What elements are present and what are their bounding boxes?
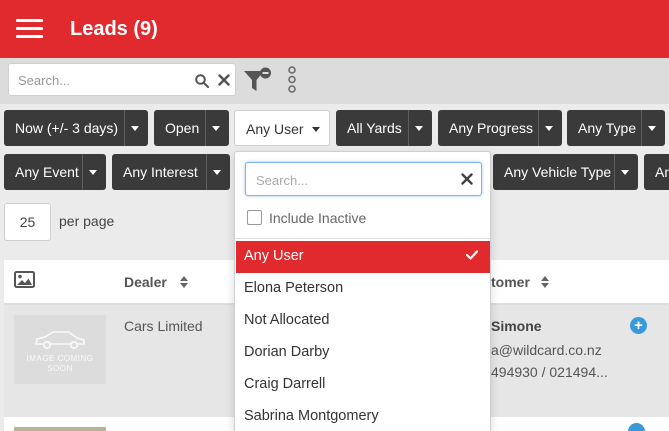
caret-down-icon: [131, 126, 139, 131]
caret-down-icon: [312, 127, 320, 132]
column-header-dealer[interactable]: Dealer: [124, 274, 167, 290]
page-title: Leads (9): [70, 18, 158, 40]
user-option-not-allocated[interactable]: Not Allocated: [236, 305, 490, 337]
caret-down-icon: [621, 170, 629, 175]
per-page-input[interactable]: 25: [4, 203, 51, 241]
caret-down-icon: [89, 170, 97, 175]
user-filter-dropdown: Include Inactive Any User Elona Peterson…: [234, 151, 491, 431]
user-option-sabrina-montgomery[interactable]: Sabrina Montgomery: [236, 401, 490, 431]
status-filter-label: Open: [165, 120, 200, 136]
thumbnail-caption: IMAGE COMING: [26, 354, 94, 363]
customer-name-cell[interactable]: Simone: [491, 318, 542, 334]
image-column-icon: [14, 271, 35, 288]
check-icon: [466, 250, 478, 260]
status-filter-button[interactable]: Open: [154, 110, 229, 146]
car-placeholder-icon: [35, 331, 85, 349]
column-header-customer[interactable]: tomer: [491, 274, 530, 290]
user-option-label: Not Allocated: [244, 312, 330, 328]
user-option-label: Any User: [244, 248, 304, 264]
clear-search-icon[interactable]: [461, 173, 473, 185]
search-field[interactable]: [8, 63, 236, 96]
user-option-label: Dorian Darby: [244, 344, 330, 360]
customer-email-cell[interactable]: a@wildcard.co.nz: [491, 342, 602, 358]
hamburger-menu-icon[interactable]: [16, 19, 43, 39]
vehicle-thumbnail[interactable]: [14, 427, 106, 431]
caret-down-icon: [648, 126, 656, 131]
include-inactive-option[interactable]: Include Inactive: [235, 202, 490, 236]
event-filter-label: Any Event: [15, 164, 79, 180]
more-filter-label: An: [655, 164, 669, 180]
user-option-elona-peterson[interactable]: Elona Peterson: [236, 273, 490, 305]
type-filter-button[interactable]: Any Type: [567, 110, 665, 146]
user-option-list: Any User Elona Peterson Not Allocated Do…: [236, 241, 490, 431]
type-filter-label: Any Type: [578, 120, 637, 136]
yard-filter-button[interactable]: All Yards: [336, 110, 432, 146]
search-icon[interactable]: [195, 74, 209, 88]
dealer-cell: Cars Limited: [124, 318, 203, 334]
yard-filter-label: All Yards: [347, 120, 402, 136]
vehicle-type-filter-button[interactable]: Any Vehicle Type: [493, 154, 638, 190]
interest-filter-button[interactable]: Any Interest: [112, 154, 230, 190]
per-page-label: per page: [59, 213, 115, 229]
user-option-any-user[interactable]: Any User: [236, 241, 490, 273]
caret-down-icon: [213, 170, 221, 175]
user-filter-label: Any User: [246, 121, 304, 137]
dropdown-search-input[interactable]: [256, 171, 446, 189]
include-inactive-label: Include Inactive: [269, 210, 367, 226]
include-inactive-checkbox[interactable]: [247, 210, 262, 225]
more-filter-button[interactable]: An: [644, 154, 669, 190]
progress-filter-label: Any Progress: [449, 120, 534, 136]
sort-icon[interactable]: [541, 276, 549, 288]
dropdown-search-field[interactable]: [245, 162, 482, 196]
top-bar: Leads (9): [0, 0, 669, 58]
caret-down-icon: [212, 126, 220, 131]
thumbnail-caption: SOON: [47, 364, 73, 373]
user-option-label: Sabrina Montgomery: [244, 408, 379, 424]
add-icon[interactable]: +: [630, 317, 647, 334]
clear-search-icon[interactable]: [218, 74, 230, 86]
date-range-filter-label: Now (+/- 3 days): [15, 120, 119, 136]
user-option-dorian-darby[interactable]: Dorian Darby: [236, 337, 490, 369]
search-input[interactable]: [18, 71, 188, 89]
add-icon[interactable]: [628, 423, 645, 431]
caret-down-icon: [415, 126, 423, 131]
sort-icon[interactable]: [180, 276, 188, 288]
caret-down-icon: [545, 126, 553, 131]
user-option-label: Elona Peterson: [244, 280, 344, 296]
progress-filter-button[interactable]: Any Progress: [438, 110, 562, 146]
user-option-craig-darrell[interactable]: Craig Darrell: [236, 369, 490, 401]
user-filter-button[interactable]: Any User: [234, 110, 330, 146]
customer-phone-cell[interactable]: 494930 / 021494...: [491, 364, 608, 380]
interest-filter-label: Any Interest: [123, 164, 198, 180]
dropdown-divider: [235, 238, 490, 239]
date-range-filter-button[interactable]: Now (+/- 3 days): [4, 110, 148, 146]
user-option-label: Craig Darrell: [244, 376, 326, 392]
vehicle-type-filter-label: Any Vehicle Type: [504, 164, 612, 180]
more-options-icon[interactable]: [285, 66, 299, 94]
event-filter-button[interactable]: Any Event: [4, 154, 106, 190]
filter-remove-icon[interactable]: [243, 66, 273, 94]
vehicle-thumbnail[interactable]: IMAGE COMING SOON: [14, 315, 106, 384]
